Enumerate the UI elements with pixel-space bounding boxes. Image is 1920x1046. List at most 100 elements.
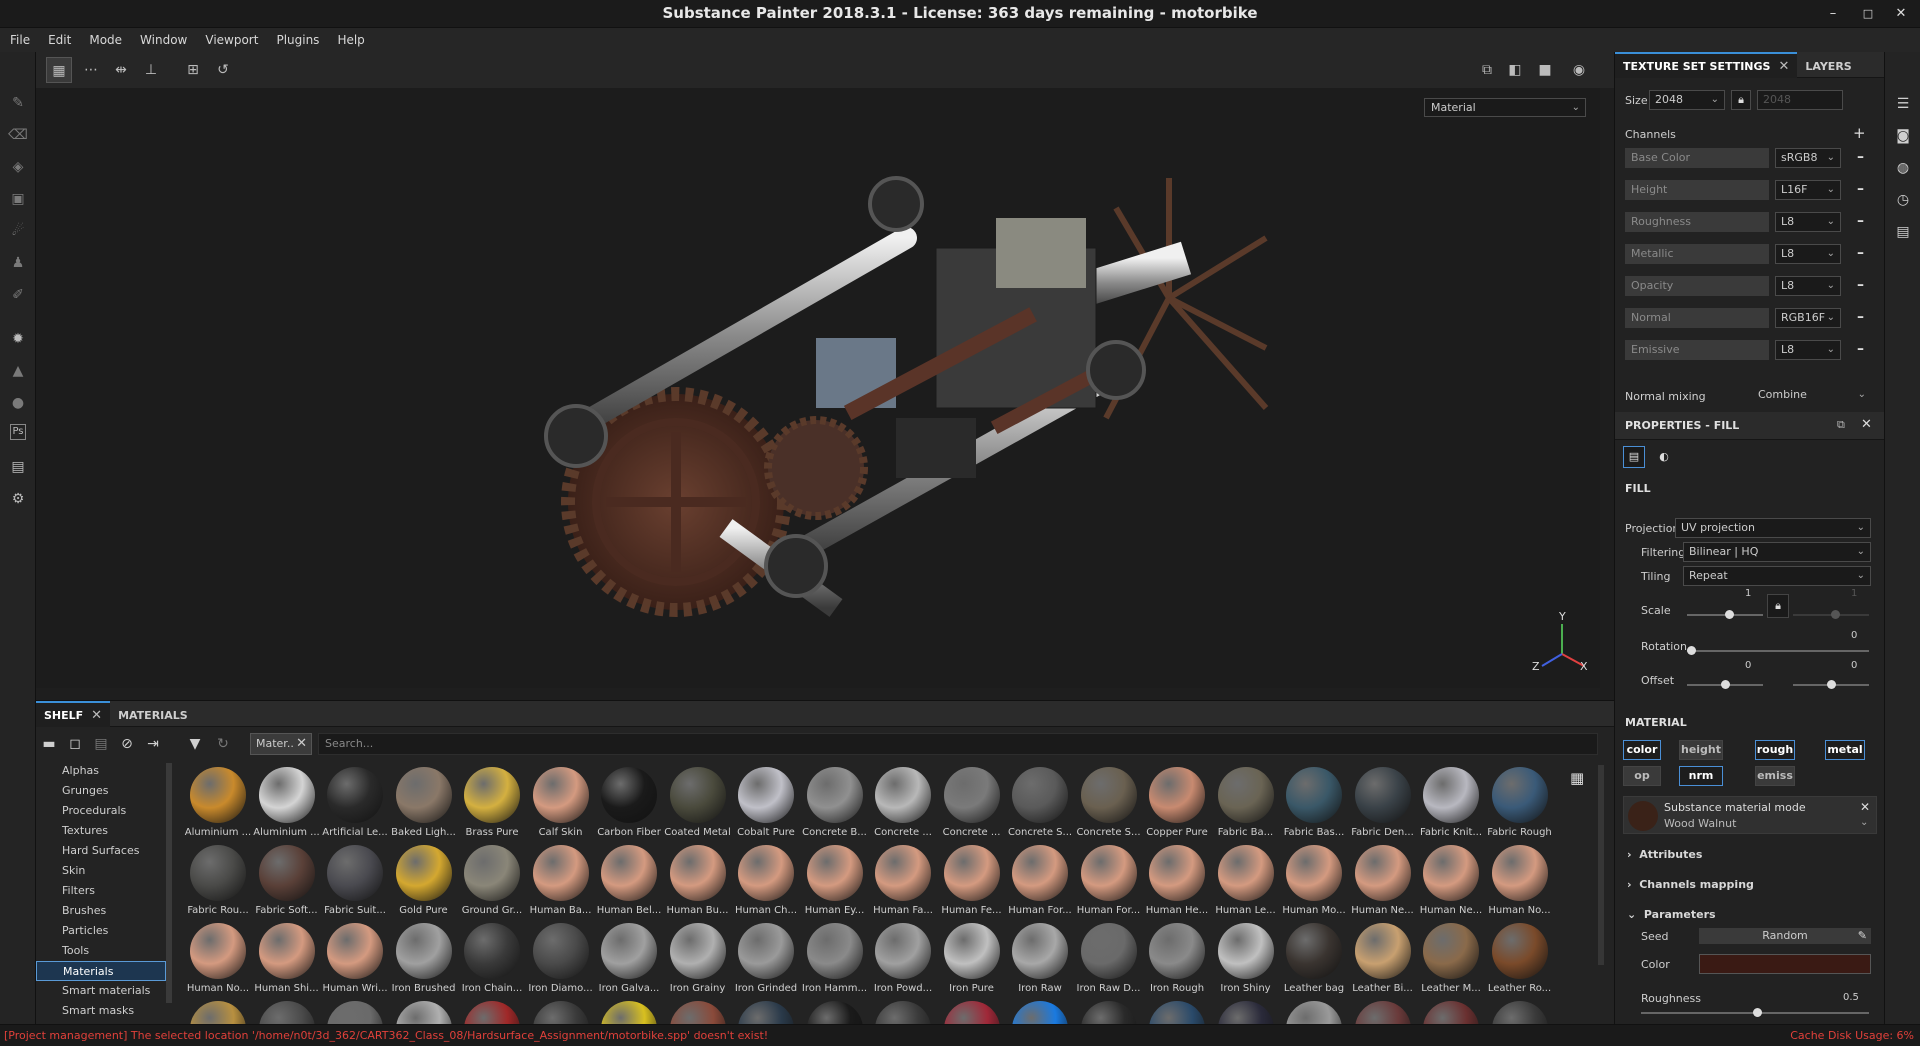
close-panel-icon[interactable]: ✕ [1861,417,1872,432]
material-item[interactable]: Copper Pure [1143,767,1211,845]
shelf-category-item[interactable]: Hard Surfaces [36,841,166,861]
rotation-slider-knob[interactable] [1687,646,1696,655]
material-item[interactable] [527,1001,595,1025]
fill-properties-icon[interactable]: ▤ [1623,446,1645,468]
material-item[interactable]: Human Ne... [1417,845,1485,923]
material-item[interactable] [801,1001,869,1025]
undock-icon[interactable]: ⧉ [1837,418,1845,432]
offset-slider-2-knob[interactable] [1827,680,1836,689]
material-item[interactable]: Iron Grinded [732,923,800,1001]
material-item[interactable]: Fabric Rough [1486,767,1554,845]
material-item[interactable]: Iron Grainy [664,923,732,1001]
remove-channel-icon[interactable]: – [1857,245,1864,261]
channel-format-select[interactable]: RGB16F ⌄ [1775,308,1841,328]
material-item[interactable] [1417,1001,1485,1025]
material-item[interactable]: Human No... [1486,845,1554,923]
parameters-accordion[interactable]: ⌄ Parameters [1627,908,1716,921]
material-item[interactable]: Human Wri... [321,923,389,1001]
material-item[interactable]: Iron Rough [1143,923,1211,1001]
material-item[interactable]: Human Le... [1212,845,1280,923]
chip-nrm[interactable]: nrm [1679,766,1723,786]
offset-slider-1[interactable] [1687,680,1763,689]
material-item[interactable]: Leather bag [1280,923,1348,1001]
eraser-icon[interactable]: ⌫ [7,124,29,146]
category-scrollbar[interactable] [166,763,172,1003]
material-item[interactable]: Gold Pure [390,845,458,923]
seed-random-button[interactable]: Random ✎ [1699,928,1871,944]
menu-edit[interactable]: Edit [38,28,79,52]
shelf-category-item[interactable]: Filters [36,881,166,901]
scale-slider-2[interactable] [1793,610,1869,619]
material-item[interactable]: Fabric Ba... [1212,767,1280,845]
smudge-icon[interactable]: ☄ [7,220,29,242]
shelf-category-item[interactable]: Smart materials [36,981,166,1001]
material-item[interactable] [1349,1001,1417,1025]
hide-icon[interactable]: ⊘ [116,733,138,755]
material-item[interactable]: Iron Hamm... [801,923,869,1001]
material-item[interactable]: Human Shi... [253,923,321,1001]
size-select[interactable]: 2048 ⌄ [1649,90,1725,110]
chip-metal[interactable]: metal [1825,740,1865,760]
menu-mode[interactable]: Mode [79,28,130,52]
material-item[interactable]: Concrete ... [938,767,1006,845]
material-item[interactable] [1143,1001,1211,1025]
remove-channel-icon[interactable]: – [1857,309,1864,325]
material-item[interactable]: Iron Chain... [458,923,526,1001]
remove-channel-icon[interactable]: – [1857,149,1864,165]
chip-emiss[interactable]: emiss [1755,766,1795,786]
channel-name[interactable]: Height [1625,180,1769,200]
projection-select[interactable]: UV projection ⌄ [1675,518,1871,538]
channel-format-select[interactable]: L16F ⌄ [1775,180,1841,200]
channel-format-select[interactable]: L8 ⌄ [1775,212,1841,232]
material-item[interactable] [595,1001,663,1025]
material-item[interactable]: Fabric Bas... [1280,767,1348,845]
material-item[interactable] [664,1001,732,1025]
import-icon[interactable]: ⇥ [142,733,164,755]
material-item[interactable]: Human Ey... [801,845,869,923]
minimize-icon[interactable]: – [1822,4,1844,24]
remove-channel-icon[interactable]: – [1857,213,1864,229]
material-item[interactable] [1212,1001,1280,1025]
history-icon[interactable]: ◷ [1893,190,1913,210]
menu-help[interactable]: Help [327,28,372,52]
material-item[interactable] [321,1001,389,1025]
material-item[interactable]: Aluminium ... [253,767,321,845]
bell-icon[interactable]: ▲ [7,360,29,382]
material-item[interactable]: Brass Pure [458,767,526,845]
material-item[interactable] [732,1001,800,1025]
scale-lock-icon[interactable]: 🔒︎ [1767,594,1789,618]
folder-icon[interactable]: ▬ [38,733,60,755]
material-item[interactable]: Human He... [1143,845,1211,923]
menu-file[interactable]: File [0,28,38,52]
material-item[interactable]: Human Ne... [1349,845,1417,923]
rotation-slider[interactable] [1687,646,1869,655]
texture-set-icon[interactable]: ◙ [1893,126,1913,146]
shelf-category-item[interactable]: Skin [36,861,166,881]
material-item[interactable] [1006,1001,1074,1025]
offset-slider-1-knob[interactable] [1721,680,1730,689]
cube-view-icon[interactable]: ◧ [1502,57,1528,83]
material-item[interactable]: Human Bel... [595,845,663,923]
grid-view-icon[interactable]: ⋯ [78,57,104,83]
tab-shelf[interactable]: SHELF ✕ [36,701,111,727]
settings-gear-icon[interactable]: ✹ [7,328,29,350]
material-item[interactable]: Fabric Den... [1349,767,1417,845]
chip-height[interactable]: height [1679,740,1723,760]
channel-name[interactable]: Opacity [1625,276,1769,296]
normal-mixing-select[interactable]: Combine ⌄ [1753,386,1871,406]
lock-icon[interactable]: 🔒︎ [1731,90,1751,110]
material-item[interactable]: Human For... [1075,845,1143,923]
projection-icon[interactable]: ◈ [7,156,29,178]
material-item[interactable]: Fabric Knit... [1417,767,1485,845]
channel-name[interactable]: Emissive [1625,340,1769,360]
preferences-icon[interactable]: ⚙ [7,488,29,510]
scale-slider-knob[interactable] [1725,610,1734,619]
shelf-category-item[interactable]: Smart masks [36,1001,166,1021]
offset-slider-2[interactable] [1793,680,1869,689]
remove-material-icon[interactable]: ✕ [1860,800,1870,814]
material-item[interactable]: Cobalt Pure [732,767,800,845]
shelf-category-item[interactable]: Textures [36,821,166,841]
color-swatch[interactable] [1699,954,1871,974]
grid-layout-icon[interactable]: ▦ [1570,769,1584,787]
photoshop-icon[interactable]: Ps [10,424,26,440]
